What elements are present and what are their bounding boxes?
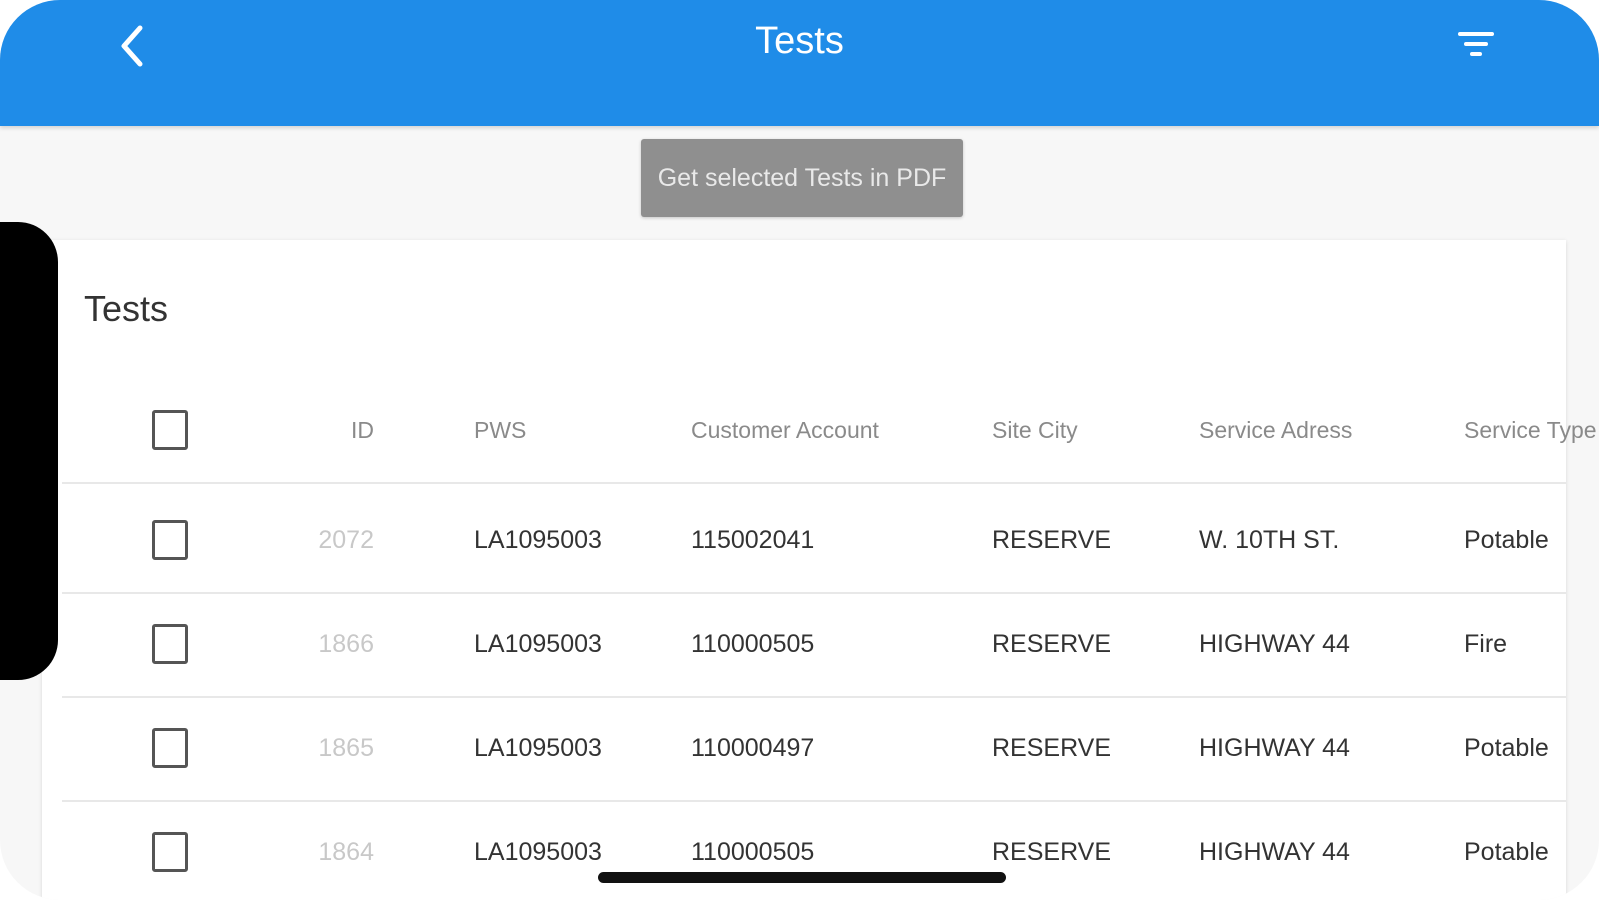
cell-service-type: Potable bbox=[1464, 837, 1549, 866]
cell-site-city: RESERVE bbox=[992, 629, 1112, 658]
cell-service-type: Fire bbox=[1464, 629, 1508, 658]
cell-id: 2072 bbox=[318, 525, 374, 554]
cell-service-address: W. 10TH ST. bbox=[1199, 525, 1340, 554]
table-row[interactable]: 1866 LA1095003 110000505 RESERVE HIGHWAY… bbox=[62, 592, 1566, 698]
column-header-id[interactable]: ID bbox=[254, 378, 374, 482]
app-bar: Tests bbox=[0, 0, 1599, 126]
cell-service-type: Potable bbox=[1464, 525, 1549, 554]
cell-id: 1866 bbox=[318, 629, 374, 658]
get-pdf-button[interactable]: Get selected Tests in PDF bbox=[641, 139, 963, 217]
card-title: Tests bbox=[84, 288, 169, 329]
cell-service-address: HIGHWAY 44 bbox=[1199, 837, 1350, 866]
cell-id: 1864 bbox=[318, 837, 374, 866]
cell-site-city: RESERVE bbox=[992, 733, 1112, 762]
table-row[interactable]: 1864 LA1095003 110000505 RESERVE HIGHWAY… bbox=[62, 800, 1566, 900]
filter-button[interactable] bbox=[1454, 22, 1504, 68]
row-checkbox[interactable] bbox=[152, 728, 188, 768]
select-all-checkbox[interactable] bbox=[152, 410, 188, 450]
cell-customer-account: 115002041 bbox=[691, 525, 815, 554]
table-row[interactable]: 1865 LA1095003 110000497 RESERVE HIGHWAY… bbox=[62, 696, 1566, 802]
cell-customer-account: 110000497 bbox=[691, 733, 815, 762]
cell-customer-account: 110000505 bbox=[691, 629, 815, 658]
page-title: Tests bbox=[755, 20, 844, 62]
cell-site-city: RESERVE bbox=[992, 837, 1112, 866]
cell-service-type: Potable bbox=[1464, 733, 1549, 762]
column-header-service-address[interactable]: Service Adress bbox=[1199, 378, 1352, 482]
home-indicator bbox=[598, 872, 1006, 883]
tests-card: Tests ID PWS Customer Account Site City … bbox=[42, 240, 1597, 900]
filter-icon bbox=[1458, 32, 1494, 56]
table-row[interactable]: 2072 LA1095003 115002041 RESERVE W. 10TH… bbox=[62, 488, 1566, 594]
cell-pws: LA1095003 bbox=[474, 525, 602, 554]
cell-site-city: RESERVE bbox=[992, 525, 1112, 554]
cell-pws: LA1095003 bbox=[474, 733, 602, 762]
cell-service-address: HIGHWAY 44 bbox=[1199, 733, 1350, 762]
column-header-pws[interactable]: PWS bbox=[474, 378, 526, 482]
device-notch bbox=[0, 222, 58, 680]
cell-pws: LA1095003 bbox=[474, 837, 602, 866]
device-screen: Tests Get selected Tests in PDF Tests ID… bbox=[0, 0, 1599, 900]
column-header-site-city[interactable]: Site City bbox=[992, 378, 1078, 482]
cell-customer-account: 110000505 bbox=[691, 837, 815, 866]
cell-id: 1865 bbox=[318, 733, 374, 762]
column-header-customer-account[interactable]: Customer Account bbox=[691, 378, 879, 482]
column-header-service-type[interactable]: Service Type bbox=[1464, 378, 1597, 482]
row-checkbox[interactable] bbox=[152, 520, 188, 560]
row-checkbox[interactable] bbox=[152, 624, 188, 664]
cell-pws: LA1095003 bbox=[474, 629, 602, 658]
table-header-row: ID PWS Customer Account Site City Servic… bbox=[62, 378, 1597, 484]
row-checkbox[interactable] bbox=[152, 832, 188, 872]
cell-service-address: HIGHWAY 44 bbox=[1199, 629, 1350, 658]
